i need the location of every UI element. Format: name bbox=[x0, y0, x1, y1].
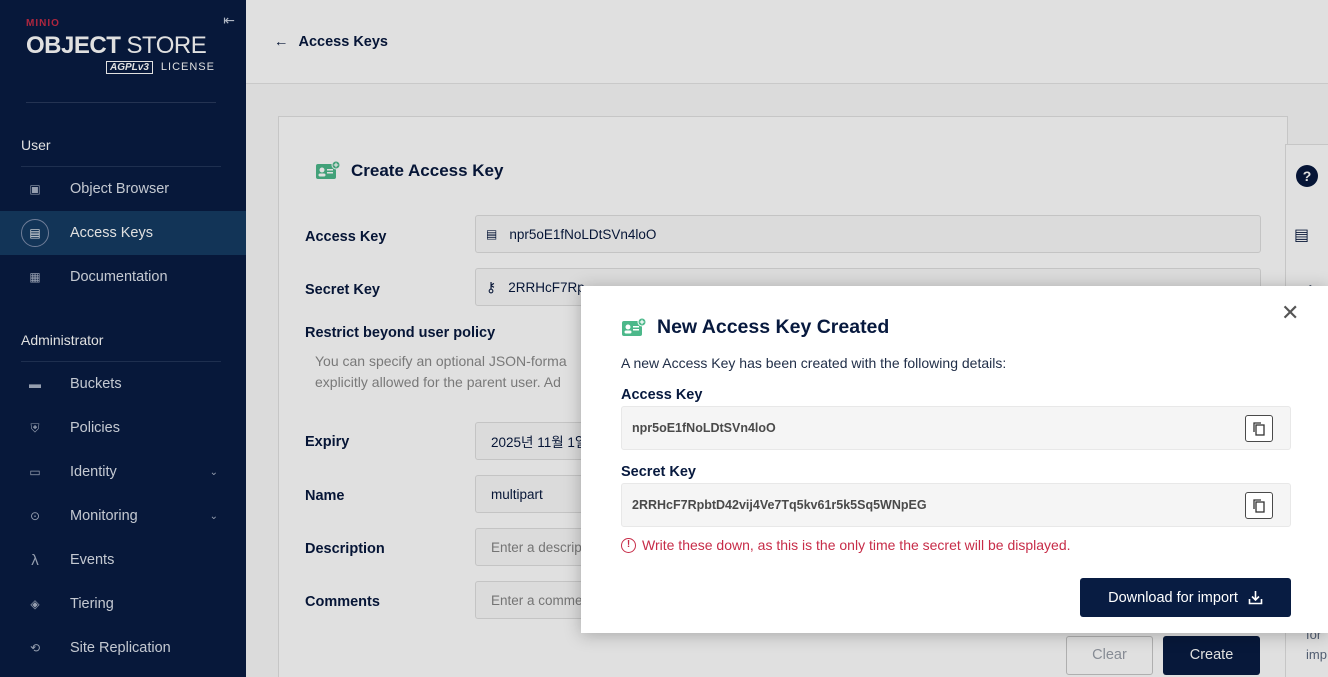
copy-icon bbox=[1253, 421, 1265, 436]
modal-title: New Access Key Created bbox=[621, 316, 889, 339]
secret-warning: ! Write these down, as this is the only … bbox=[621, 537, 1071, 553]
modal-description: A new Access Key has been created with t… bbox=[621, 355, 1007, 371]
copy-secret-key-button[interactable] bbox=[1245, 492, 1273, 519]
modal-access-key-label: Access Key bbox=[621, 387, 703, 403]
copy-icon bbox=[1253, 498, 1265, 513]
modal-access-key-field[interactable]: npr5oE1fNoLDtSVn4loO bbox=[621, 406, 1291, 450]
modal-secret-key-label: Secret Key bbox=[621, 464, 696, 480]
close-icon[interactable]: ✕ bbox=[1281, 302, 1299, 324]
modal-secret-key-field[interactable]: 2RRHcF7RpbtD42vij4Ve7Tq5kv61r5k5Sq5WNpEG bbox=[621, 483, 1291, 527]
download-for-import-button[interactable]: Download for import bbox=[1080, 578, 1291, 617]
new-access-key-modal: ✕ New Access Key Created A new Access Ke… bbox=[581, 286, 1328, 633]
id-card-icon bbox=[622, 317, 647, 336]
copy-access-key-button[interactable] bbox=[1245, 415, 1273, 442]
download-icon bbox=[1248, 591, 1263, 605]
alert-icon: ! bbox=[621, 537, 636, 553]
